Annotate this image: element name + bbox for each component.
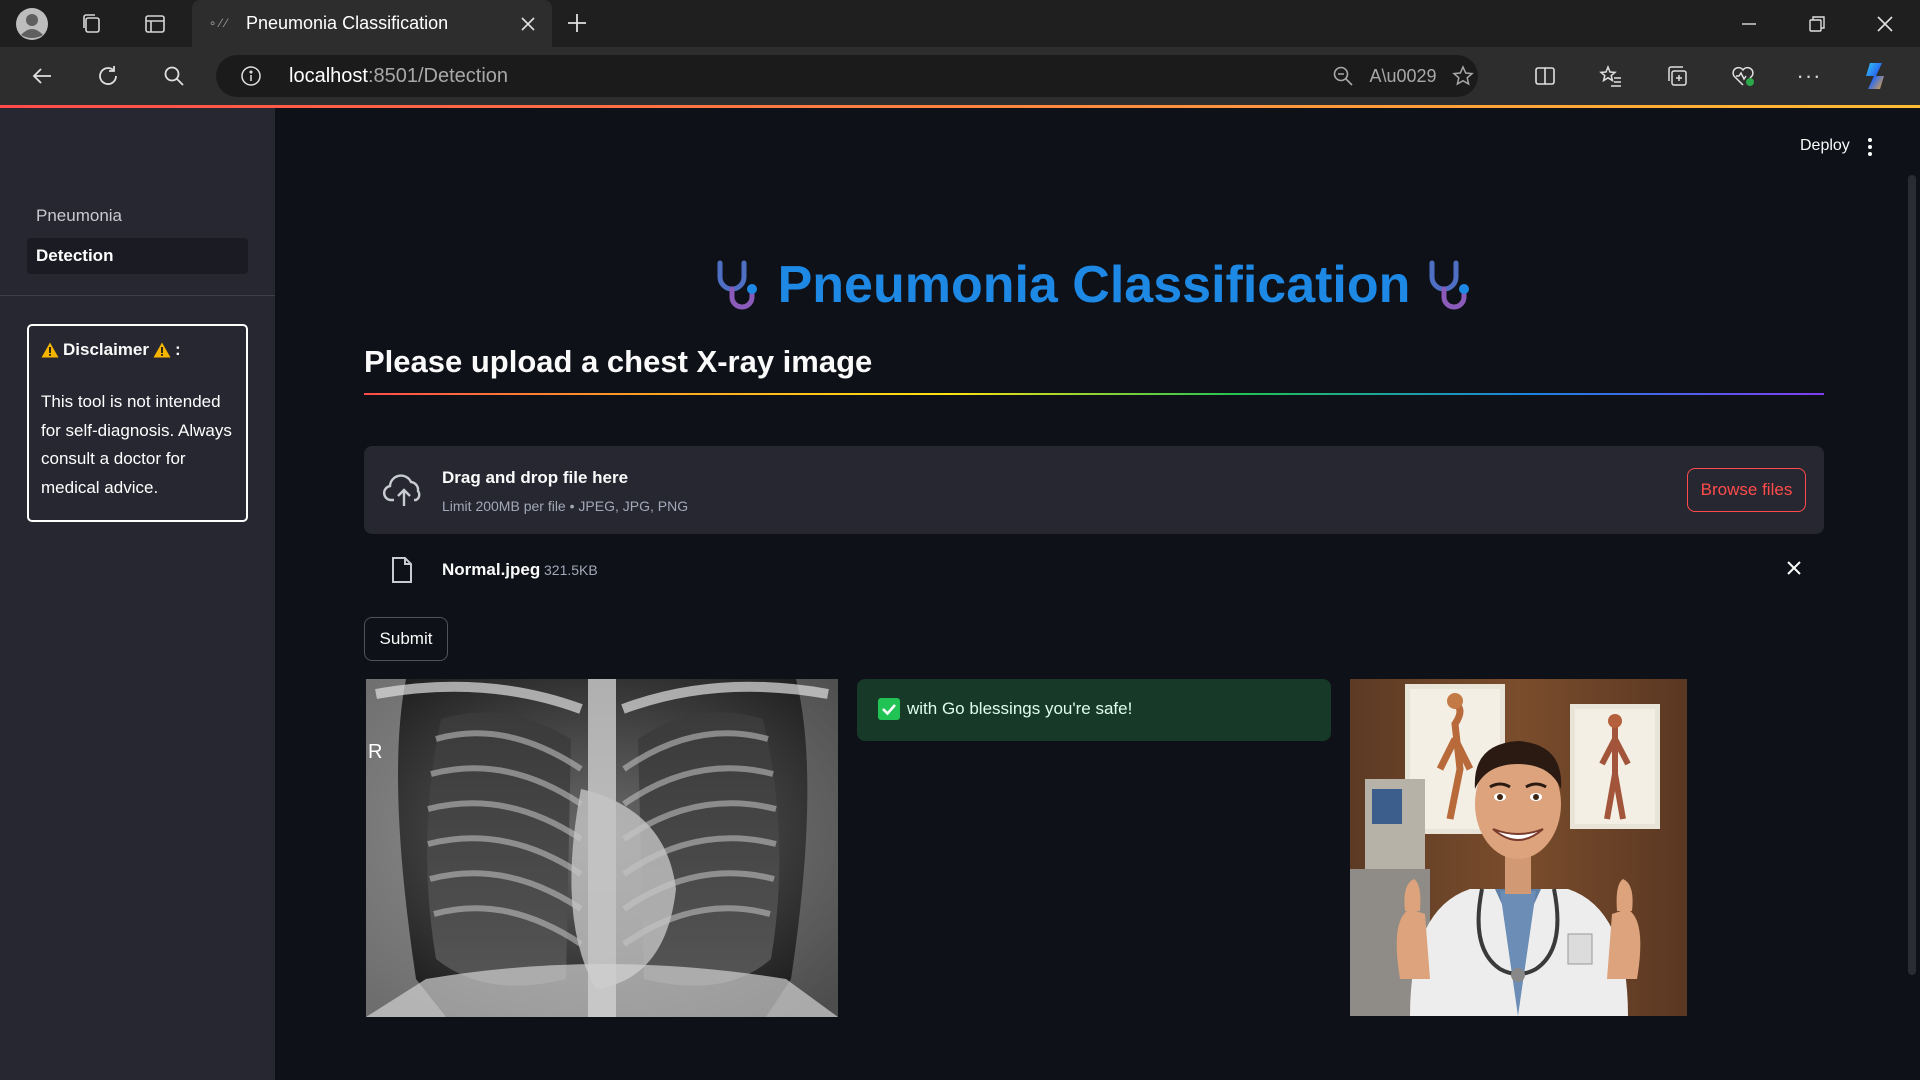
disclaimer-box: Disclaimer : This tool is not intended f… bbox=[27, 324, 248, 522]
uploaded-file-name: Normal.jpeg bbox=[442, 560, 541, 579]
page-title-text: Pneumonia Classification bbox=[777, 256, 1411, 314]
favorite-star-icon[interactable] bbox=[1451, 64, 1475, 88]
reload-icon[interactable] bbox=[92, 60, 124, 92]
sidebar-item-detection[interactable]: Detection bbox=[27, 238, 248, 274]
file-icon bbox=[390, 556, 414, 589]
close-tab-icon[interactable] bbox=[516, 12, 540, 36]
disclaimer-body: This tool is not intended for self-diagn… bbox=[41, 392, 232, 497]
tab-actions-icon[interactable] bbox=[139, 8, 171, 40]
disclaimer-title: Disclaimer : bbox=[41, 340, 234, 360]
url-field[interactable]: localhost:8501/Detection A\u0029 bbox=[216, 55, 1478, 97]
cloud-upload-icon bbox=[382, 470, 426, 515]
minimize-window-icon[interactable] bbox=[1734, 10, 1764, 38]
submit-button[interactable]: Submit bbox=[364, 617, 448, 661]
sidebar-item-pneumonia[interactable]: Pneumonia bbox=[27, 198, 248, 234]
sidebar: Pneumonia Detection Disclaimer : This to… bbox=[0, 108, 275, 1080]
stethoscope-icon bbox=[1429, 260, 1470, 310]
uploaded-file-size: 321.5KB bbox=[544, 562, 598, 578]
page-title: Pneumonia Classification bbox=[364, 255, 1824, 315]
close-window-icon[interactable] bbox=[1870, 10, 1900, 38]
browser-tab-bar: ∘ ⁄ ⁄ Pneumonia Classification bbox=[0, 0, 1920, 47]
page-scrollbar[interactable] bbox=[1908, 175, 1916, 975]
disclaimer-title-suffix: : bbox=[175, 340, 181, 359]
dropzone-instructions: Drag and drop file here bbox=[442, 468, 629, 487]
new-tab-icon[interactable] bbox=[562, 8, 592, 38]
stethoscope-icon bbox=[717, 260, 757, 310]
site-info-icon[interactable] bbox=[239, 64, 263, 88]
subheader-divider bbox=[364, 393, 1824, 395]
success-alert: with Go blessings you're safe! bbox=[857, 679, 1331, 741]
browse-files-button[interactable]: Browse files bbox=[1687, 468, 1806, 512]
uploaded-file-row: Normal.jpeg 321.5KB bbox=[364, 548, 1824, 592]
browser-address-bar: localhost:8501/Detection A\u0029 ··· bbox=[0, 47, 1920, 105]
xray-side-marker: R bbox=[368, 741, 383, 763]
disclaimer-title-text: Disclaimer bbox=[63, 340, 149, 359]
chest-xray-image: R bbox=[366, 679, 838, 1017]
more-options-icon[interactable]: ··· bbox=[1793, 60, 1825, 92]
browser-essentials-icon[interactable] bbox=[1727, 60, 1759, 92]
profile-avatar-icon[interactable] bbox=[14, 6, 50, 42]
tab-title: Pneumonia Classification bbox=[246, 13, 449, 33]
zoom-out-icon[interactable] bbox=[1331, 64, 1355, 88]
warning-icon bbox=[153, 342, 171, 358]
tab-loading-icon: ∘ ⁄ ⁄ bbox=[208, 16, 228, 30]
file-dropzone[interactable]: Drag and drop file here Limit 200MB per … bbox=[364, 446, 1824, 534]
result-message: with Go blessings you're safe! bbox=[907, 699, 1133, 718]
remove-file-icon[interactable] bbox=[1784, 558, 1804, 583]
page-load-indicator bbox=[0, 105, 1920, 108]
search-icon[interactable] bbox=[158, 60, 190, 92]
read-aloud-icon[interactable]: A\u0029 bbox=[1369, 64, 1436, 88]
restore-window-icon[interactable] bbox=[1802, 10, 1832, 38]
active-browser-tab[interactable]: ∘ ⁄ ⁄ Pneumonia Classification bbox=[192, 0, 552, 47]
collections-icon[interactable] bbox=[1661, 60, 1693, 92]
favorites-icon[interactable] bbox=[1595, 60, 1627, 92]
warning-icon bbox=[41, 342, 59, 358]
url-text: localhost:8501/Detection bbox=[289, 65, 509, 87]
deploy-button[interactable]: Deploy bbox=[1800, 137, 1850, 155]
sidebar-divider bbox=[0, 295, 275, 296]
workspaces-icon[interactable] bbox=[76, 8, 108, 40]
copilot-icon[interactable] bbox=[1859, 58, 1895, 94]
upload-subheader: Please upload a chest X-ray image bbox=[364, 344, 873, 379]
happy-doctor-image bbox=[1350, 679, 1687, 1016]
checkmark-icon bbox=[878, 698, 900, 725]
dropzone-limit: Limit 200MB per file • JPEG, JPG, PNG bbox=[442, 498, 689, 514]
back-icon[interactable] bbox=[26, 60, 58, 92]
main-menu-icon[interactable] bbox=[1866, 135, 1874, 164]
split-screen-icon[interactable] bbox=[1529, 60, 1561, 92]
